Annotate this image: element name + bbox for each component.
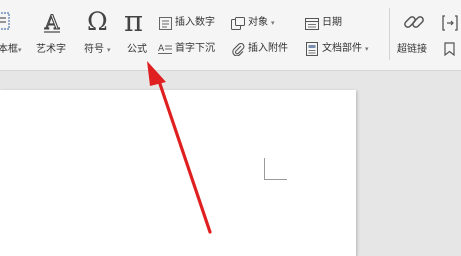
insert-number-icon — [158, 16, 172, 30]
symbol-label[interactable]: 符号 — [84, 44, 104, 56]
object-button[interactable]: 对象 ▾ — [231, 16, 275, 30]
omega-symbol-icon[interactable]: Ω — [87, 8, 108, 36]
insert-number-button[interactable]: 插入数字 — [158, 16, 215, 30]
wordart-label[interactable]: 艺术字 — [36, 44, 66, 56]
insert-attachment-button[interactable]: 插入附件 — [231, 42, 288, 56]
document-parts-dropdown-icon[interactable]: ▾ — [365, 43, 369, 55]
svg-text:A: A — [44, 10, 60, 34]
textbox-label[interactable]: 本框 — [0, 44, 18, 56]
object-label: 对象 — [248, 17, 268, 28]
page-margin-marker — [264, 158, 287, 180]
document-parts-icon — [305, 42, 319, 56]
svg-text:A: A — [158, 44, 165, 54]
formula-label[interactable]: 公式 — [127, 44, 147, 56]
calendar-icon — [305, 16, 319, 30]
pi-formula-icon[interactable]: π — [124, 6, 143, 36]
drop-cap-label: 首字下沉 — [175, 43, 215, 54]
bookmark-icon[interactable] — [444, 42, 455, 56]
drop-cap-button[interactable]: A 首字下沉 — [158, 42, 215, 56]
insert-attachment-label: 插入附件 — [248, 43, 288, 54]
paperclip-icon — [231, 42, 245, 56]
document-parts-label: 文档部件 — [322, 43, 362, 54]
date-button[interactable]: 日期 — [305, 16, 342, 30]
textbox-dropdown-icon[interactable]: ▾ — [18, 46, 22, 54]
ribbon-separator — [389, 8, 390, 60]
hyperlink-icon[interactable] — [402, 10, 426, 34]
object-dropdown-icon[interactable]: ▾ — [271, 17, 275, 29]
document-page[interactable] — [0, 90, 356, 256]
hyperlink-label[interactable]: 超链接 — [397, 44, 427, 56]
insert-number-label: 插入数字 — [175, 17, 215, 28]
insert-ribbon: 本框 ▾ A 艺术字 Ω 符号 ▾ π 公式 插入数字 A 首字下沉 对象 ▾ — [0, 0, 461, 71]
date-label: 日期 — [322, 17, 342, 28]
cross-reference-icon[interactable] — [442, 14, 458, 32]
drop-cap-icon: A — [158, 42, 172, 56]
object-icon — [231, 16, 245, 30]
wordart-icon[interactable]: A — [40, 10, 64, 34]
textbox-icon[interactable] — [0, 12, 10, 30]
document-parts-button[interactable]: 文档部件 ▾ — [305, 42, 369, 56]
symbol-dropdown-icon[interactable]: ▾ — [107, 46, 111, 54]
